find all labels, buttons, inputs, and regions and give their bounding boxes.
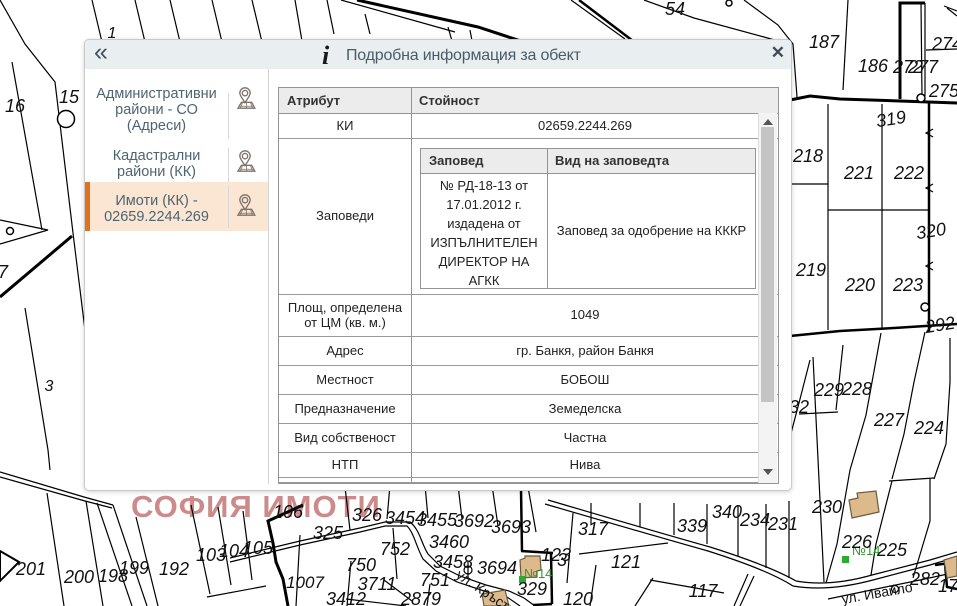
- svg-text:340: 340: [712, 502, 742, 522]
- svg-text:231: 231: [767, 514, 798, 534]
- svg-text:187: 187: [809, 32, 840, 52]
- svg-text:16: 16: [5, 96, 26, 116]
- svg-text:186: 186: [858, 56, 889, 76]
- svg-text:228: 228: [841, 379, 872, 399]
- svg-text:192: 192: [159, 559, 189, 579]
- svg-text:1007: 1007: [286, 573, 324, 592]
- svg-text:317: 317: [578, 519, 609, 539]
- svg-text:3694: 3694: [477, 558, 517, 578]
- svg-text:225: 225: [876, 540, 908, 560]
- svg-text:282: 282: [909, 569, 940, 589]
- svg-text:ул. Ивайло: ул. Ивайло: [840, 579, 914, 606]
- svg-text:326: 326: [352, 505, 383, 525]
- svg-text:277: 277: [907, 57, 939, 77]
- svg-text:325: 325: [313, 523, 344, 543]
- svg-text:173: 173: [938, 576, 957, 596]
- svg-text:220: 220: [844, 275, 875, 295]
- svg-text:3460: 3460: [429, 532, 469, 552]
- svg-text:224: 224: [913, 418, 944, 438]
- svg-text:201: 201: [15, 559, 46, 579]
- svg-text:320: 320: [915, 219, 948, 243]
- svg-text:2879: 2879: [400, 589, 441, 606]
- svg-text:234: 234: [739, 510, 770, 530]
- svg-text:3: 3: [557, 550, 567, 570]
- svg-text:199: 199: [119, 558, 149, 578]
- svg-text:292: 292: [923, 313, 957, 338]
- svg-text:54: 54: [665, 0, 685, 19]
- svg-text:7: 7: [0, 262, 9, 282]
- svg-text:226: 226: [841, 532, 873, 552]
- svg-text:752: 752: [380, 539, 410, 559]
- svg-text:230: 230: [811, 497, 842, 517]
- svg-text:3: 3: [45, 378, 54, 395]
- svg-text:200: 200: [63, 567, 94, 587]
- svg-text:СОФИЯ ИМОТИ: СОФИЯ ИМОТИ: [131, 489, 381, 524]
- svg-text:3692: 3692: [454, 511, 494, 531]
- svg-text:227: 227: [873, 410, 905, 430]
- svg-text:218: 218: [792, 146, 823, 166]
- svg-text:105: 105: [243, 538, 274, 558]
- svg-text:219: 219: [795, 260, 826, 280]
- svg-text:3412: 3412: [326, 589, 366, 606]
- svg-text:120: 120: [563, 589, 593, 606]
- svg-text:229: 229: [813, 380, 844, 400]
- svg-text:3455: 3455: [417, 510, 458, 530]
- svg-text:117: 117: [689, 581, 719, 601]
- svg-text:221: 221: [843, 163, 874, 183]
- svg-text:750: 750: [346, 555, 376, 575]
- svg-text:274: 274: [931, 34, 957, 54]
- svg-text:3693: 3693: [491, 517, 531, 537]
- svg-text:121: 121: [611, 552, 641, 572]
- svg-text:329: 329: [517, 579, 547, 599]
- svg-text:339: 339: [677, 516, 707, 536]
- svg-text:106: 106: [273, 502, 304, 522]
- svg-text:751: 751: [420, 570, 450, 590]
- svg-text:223: 223: [892, 275, 923, 295]
- svg-text:222: 222: [893, 163, 924, 183]
- svg-text:319: 319: [875, 107, 908, 131]
- svg-text:15: 15: [59, 87, 80, 107]
- svg-text:275: 275: [928, 81, 957, 101]
